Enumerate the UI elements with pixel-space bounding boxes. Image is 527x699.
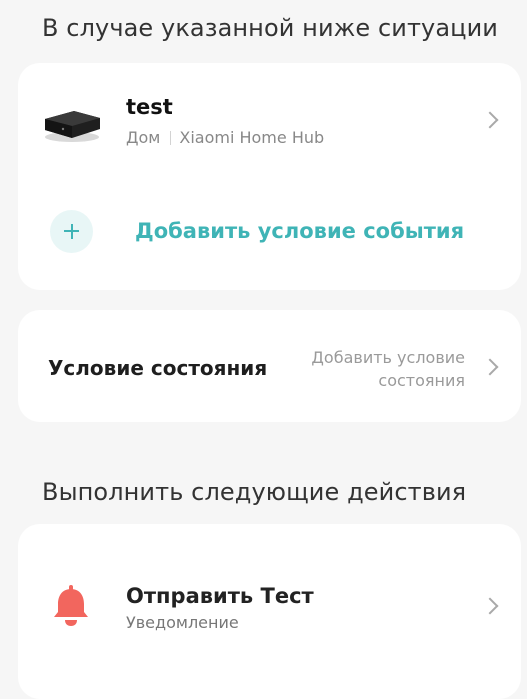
device-name: test: [126, 95, 173, 119]
meta-divider: [170, 130, 172, 145]
add-event-condition-label: Добавить условие события: [135, 219, 465, 243]
add-event-condition-button[interactable]: Добавить условие события: [18, 193, 521, 273]
chevron-right-icon: [481, 111, 499, 129]
trigger-card: test Дом Xiaomi Home Hub Добавить услови…: [18, 63, 521, 290]
action-card[interactable]: Отправить Тест Уведомление: [18, 524, 521, 699]
device-condition-row[interactable]: test Дом Xiaomi Home Hub: [18, 63, 521, 183]
device-meta: Дом Xiaomi Home Hub: [126, 128, 324, 147]
action-subtitle: Уведомление: [126, 613, 239, 632]
device-hub: Xiaomi Home Hub: [179, 128, 325, 147]
plus-icon: [50, 210, 93, 253]
state-value-line2: состояния: [378, 371, 465, 390]
trigger-section-title: В случае указанной ниже ситуации: [42, 14, 499, 42]
chevron-right-icon: [481, 597, 499, 615]
state-condition-label: Условие состояния: [48, 356, 268, 380]
actions-section-title: Выполнить следующие действия: [42, 478, 467, 506]
state-condition-value: Добавить условие состояния: [265, 346, 465, 392]
state-value-line1: Добавить условие: [311, 348, 465, 367]
device-hub-icon: [45, 111, 100, 142]
device-room: Дом: [126, 128, 161, 147]
chevron-right-icon: [481, 358, 499, 376]
state-condition-card[interactable]: Условие состояния Добавить условие состо…: [18, 310, 521, 422]
action-title: Отправить Тест: [126, 584, 314, 608]
bell-icon: [54, 585, 88, 626]
